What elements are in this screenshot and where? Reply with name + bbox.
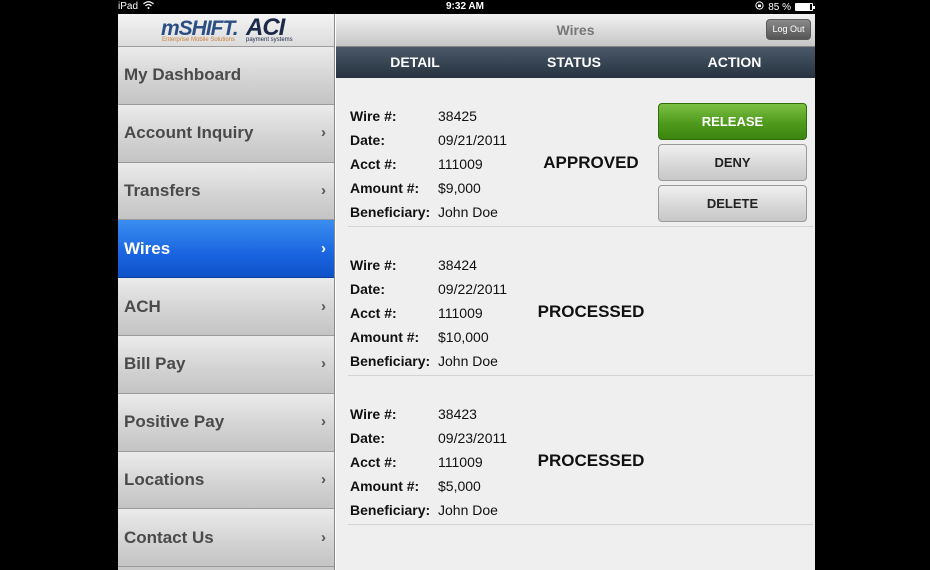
sidebar-item-label: Account Inquiry — [124, 123, 254, 143]
sidebar-item-my-dashboard[interactable]: My Dashboard› — [118, 47, 334, 105]
wire-field-label: Amount #: — [350, 329, 420, 345]
sidebar-item-wires[interactable]: Wires › — [118, 220, 334, 279]
wire-field-value: 38424 — [438, 257, 477, 273]
logo-mshift-tagline: Enterprise Mobile Solutions — [162, 37, 236, 43]
sidebar-item-contact-us[interactable]: Contact Us › — [118, 509, 334, 568]
wire-field-value: $10,000 — [438, 329, 489, 345]
battery-icon — [795, 3, 815, 11]
wire-field-label: Acct #: — [350, 156, 397, 172]
wire-field-value: 09/21/2011 — [438, 132, 508, 148]
sidebar-item-locations[interactable]: Locations › — [118, 451, 334, 510]
logout-button[interactable]: Log Out — [766, 19, 811, 40]
wire-field-label: Acct #: — [350, 454, 397, 470]
column-status: STATUS — [547, 54, 601, 70]
wire-field-label: Date: — [350, 430, 386, 446]
wire-row: Wire #: 38423 Date: 09/23/2011 Acct #: 111009… — [348, 376, 813, 525]
chevron-right-icon: › — [321, 528, 326, 546]
wire-row: Wire #: 38424 Date: 09/22/2011 Acct #: 111009… — [348, 227, 813, 376]
wire-row: Wire #: 38425 Date: 09/21/2011 Acct #: 111009… — [348, 78, 813, 227]
sidebar: mSHIFT. Enterprise Mobile Solutions ACI … — [118, 14, 335, 570]
page-title: Wires — [556, 22, 595, 38]
sidebar-item-ach[interactable]: ACH › — [118, 278, 334, 336]
wire-field-value: 111009 — [438, 454, 483, 470]
sidebar-item-label: Wires — [124, 238, 171, 258]
column-detail: DETAIL — [390, 54, 440, 70]
wire-field-value: 111009 — [438, 305, 483, 321]
wire-status: PROCESSED — [537, 451, 645, 470]
status-right: 85 % — [755, 1, 815, 13]
wire-field-value: 111009 — [438, 156, 483, 172]
main-panel: Wires Log Out DETAIL STATUS ACTION Wire … — [336, 14, 815, 570]
wire-field-value: $5,000 — [438, 478, 481, 494]
logo-aci-tagline: payment systems — [246, 37, 293, 43]
delete-button[interactable]: DELETE — [658, 185, 807, 222]
orientation-lock-icon — [755, 1, 764, 13]
sidebar-item-positive-pay[interactable]: Positive Pay › — [118, 393, 334, 452]
sidebar-item-label: My Dashboard — [124, 65, 242, 85]
deny-button[interactable]: DENY — [658, 144, 807, 181]
sidebar-item-label: Locations — [124, 469, 205, 489]
wire-status: PROCESSED — [537, 302, 645, 321]
wire-field-value: John Doe — [438, 353, 498, 369]
status-bar: iPad 9:32 AM 85 % — [0, 0, 930, 14]
release-button[interactable]: RELEASE — [658, 103, 807, 140]
wire-field-label: Wire #: — [350, 257, 397, 273]
wire-field-value: $9,000 — [438, 180, 481, 196]
sidebar-item-label: Bill Pay — [124, 354, 186, 374]
chevron-right-icon: › — [321, 182, 326, 200]
sidebar-item-label: Contact Us — [124, 527, 214, 547]
wire-field-value: 09/23/2011 — [438, 430, 508, 446]
wire-field-label: Amount #: — [350, 478, 420, 494]
wire-field-label: Acct #: — [350, 305, 397, 321]
sidebar-item-label: Positive Pay — [124, 412, 225, 432]
wire-field-value: 38423 — [438, 406, 477, 422]
column-action: ACTION — [707, 54, 762, 70]
wire-status: APPROVED — [543, 153, 639, 172]
wire-field-label: Wire #: — [350, 108, 397, 124]
battery-percent: 85 % — [768, 1, 791, 13]
app-window: mSHIFT. Enterprise Mobile Solutions ACI … — [118, 14, 815, 570]
wire-field-value: 09/22/2011 — [438, 281, 508, 297]
chevron-right-icon: › — [321, 297, 326, 315]
top-bar: Wires Log Out — [336, 14, 815, 47]
sidebar-item-transfers[interactable]: Transfers › — [118, 162, 334, 221]
wire-field-value: John Doe — [438, 204, 498, 220]
chevron-right-icon: › — [321, 471, 326, 489]
chevron-right-icon: › — [321, 413, 326, 431]
wire-field-label: Date: — [350, 132, 386, 148]
chevron-right-icon: › — [321, 124, 326, 142]
sidebar-item-account-inquiry[interactable]: Account Inquiry › — [118, 104, 334, 163]
sidebar-nav: My Dashboard›Account Inquiry›Transfers›W… — [118, 47, 334, 568]
sidebar-item-label: ACH — [124, 296, 161, 316]
wire-field-label: Date: — [350, 281, 386, 297]
chevron-right-icon: › — [321, 355, 326, 373]
wire-field-label: Beneficiary: — [350, 502, 431, 518]
wire-field-value: 38425 — [438, 108, 477, 124]
wire-field-value: John Doe — [438, 502, 498, 518]
wire-field-label: Beneficiary: — [350, 204, 431, 220]
chevron-right-icon: › — [321, 239, 326, 257]
sidebar-item-bill-pay[interactable]: Bill Pay › — [118, 335, 334, 394]
wire-list: Wire #: 38425 Date: 09/21/2011 Acct #: 111009… — [336, 78, 815, 525]
wire-field-label: Beneficiary: — [350, 353, 431, 369]
logo: mSHIFT. Enterprise Mobile Solutions ACI … — [118, 14, 334, 47]
column-header: DETAIL STATUS ACTION — [336, 47, 815, 78]
wire-field-label: Wire #: — [350, 406, 397, 422]
sidebar-item-label: Transfers — [124, 180, 201, 200]
wire-field-label: Amount #: — [350, 180, 420, 196]
